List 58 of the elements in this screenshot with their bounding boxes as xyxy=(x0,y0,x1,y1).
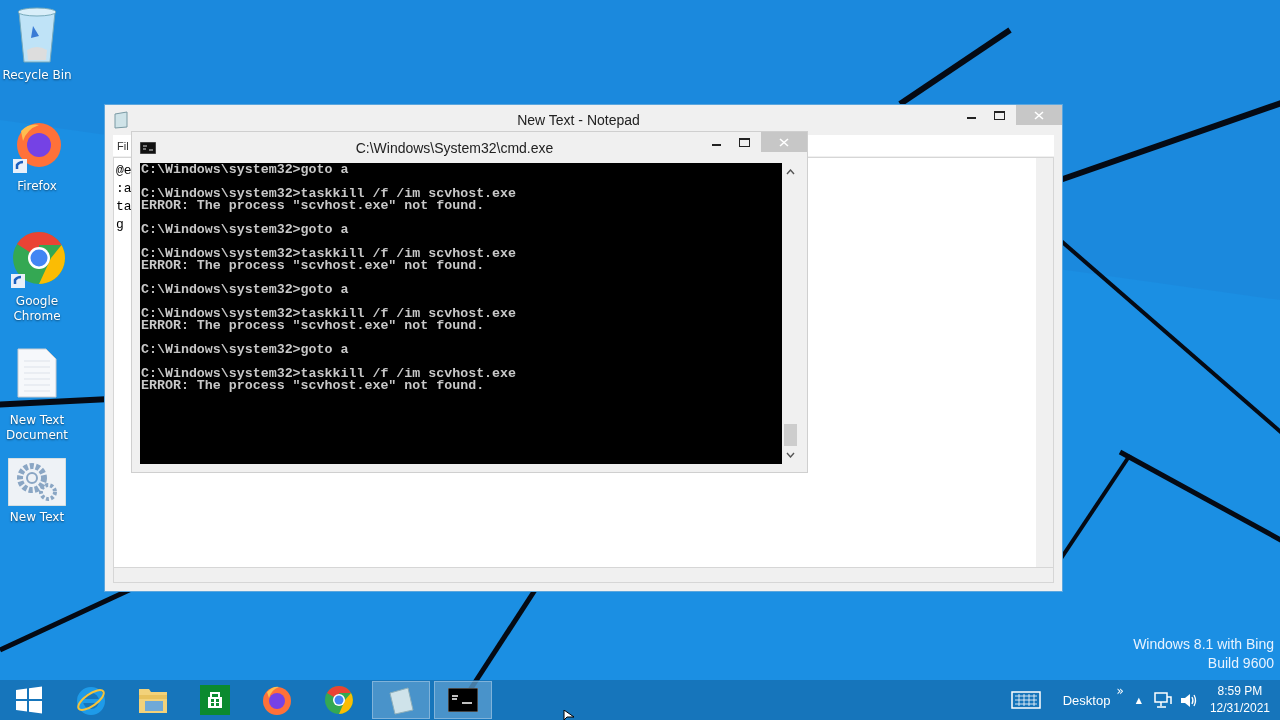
keyboard-icon[interactable] xyxy=(1010,691,1041,709)
notepad-icon xyxy=(113,111,129,129)
console-icon xyxy=(140,141,156,154)
console-line: C:\Windows\system32>taskkill /f /im scvhost.exe xyxy=(140,188,518,200)
console-line: ERROR: The process "scvhost.exe" not found. xyxy=(140,260,486,272)
taskbar-button[interactable] xyxy=(434,681,492,719)
desktop-icon-label[interactable]: Google Chrome xyxy=(1,294,73,324)
store-icon xyxy=(200,685,230,715)
console-line: ERROR: The process "scvhost.exe" not found. xyxy=(140,380,486,392)
minimize-icon xyxy=(966,117,976,119)
text-document-icon[interactable] xyxy=(16,347,58,399)
console-line: ERROR: The process "scvhost.exe" not found. xyxy=(140,320,486,332)
console-line: C:\Windows\system32>taskkill /f /im scvhost.exe xyxy=(140,368,518,380)
close-icon xyxy=(1034,110,1044,120)
os-build-text: Build 9600 xyxy=(1207,655,1274,671)
console-line: ERROR: The process "scvhost.exe" not found. xyxy=(140,200,486,212)
console-line: C:\Windows\system32>goto a xyxy=(140,284,350,296)
horizontal-scrollbar[interactable] xyxy=(113,568,1054,583)
gears-icon[interactable] xyxy=(8,458,66,506)
desktop-icon-label[interactable]: New Text Document xyxy=(1,413,73,443)
maximize-icon xyxy=(993,110,1005,120)
internet-explorer-icon xyxy=(75,684,107,716)
network-icon[interactable] xyxy=(1153,691,1172,709)
desktop-icon-label[interactable]: Recycle Bin xyxy=(1,68,73,83)
firefox-icon xyxy=(261,684,293,716)
toolbar-overflow-button[interactable]: » xyxy=(1116,684,1124,698)
show-hidden-icons-button[interactable]: ▲ xyxy=(1135,695,1142,705)
minimize-icon xyxy=(711,144,721,146)
clock-date[interactable]: 12/31/2021 xyxy=(1209,700,1270,717)
scroll-up-icon xyxy=(786,169,795,175)
volume-icon[interactable] xyxy=(1179,691,1198,709)
chrome-icon xyxy=(324,685,354,715)
close-icon xyxy=(779,137,789,147)
mouse-cursor-icon xyxy=(563,710,575,720)
console-icon xyxy=(448,688,478,712)
desktop-icon-label[interactable]: Firefox xyxy=(1,179,73,194)
notepad-icon xyxy=(386,685,416,715)
text-line: :a xyxy=(116,180,132,198)
scroll-down-icon xyxy=(786,452,795,458)
console-line: C:\Windows\system32>goto a xyxy=(140,164,350,176)
text-line: @e xyxy=(116,162,132,180)
text-line: ta xyxy=(116,198,132,216)
desktop-icon-label[interactable]: New Text xyxy=(1,510,73,525)
vertical-scrollbar[interactable] xyxy=(1036,158,1053,567)
console-line: C:\Windows\system32>goto a xyxy=(140,224,350,236)
text-line: g xyxy=(116,216,124,234)
desktop-toolbar-label[interactable]: Desktop xyxy=(1062,692,1111,708)
maximize-icon xyxy=(738,137,750,147)
windows-logo-icon xyxy=(15,686,43,714)
console-line: C:\Windows\system32>taskkill /f /im scvhost.exe xyxy=(140,248,518,260)
scrollbar-thumb[interactable] xyxy=(784,424,797,446)
clock-time[interactable]: 8:59 PM xyxy=(1217,683,1263,700)
window-title: C:\Windows\System32\cmd.exe xyxy=(354,139,555,156)
console-line: C:\Windows\system32>taskkill /f /im scvhost.exe xyxy=(140,308,518,320)
menu-item[interactable]: Fil xyxy=(113,139,129,152)
os-build-text: Windows 8.1 with Bing xyxy=(1133,636,1274,652)
window-title: New Text - Notepad xyxy=(516,112,641,128)
console-line: C:\Windows\system32>goto a xyxy=(140,344,350,356)
